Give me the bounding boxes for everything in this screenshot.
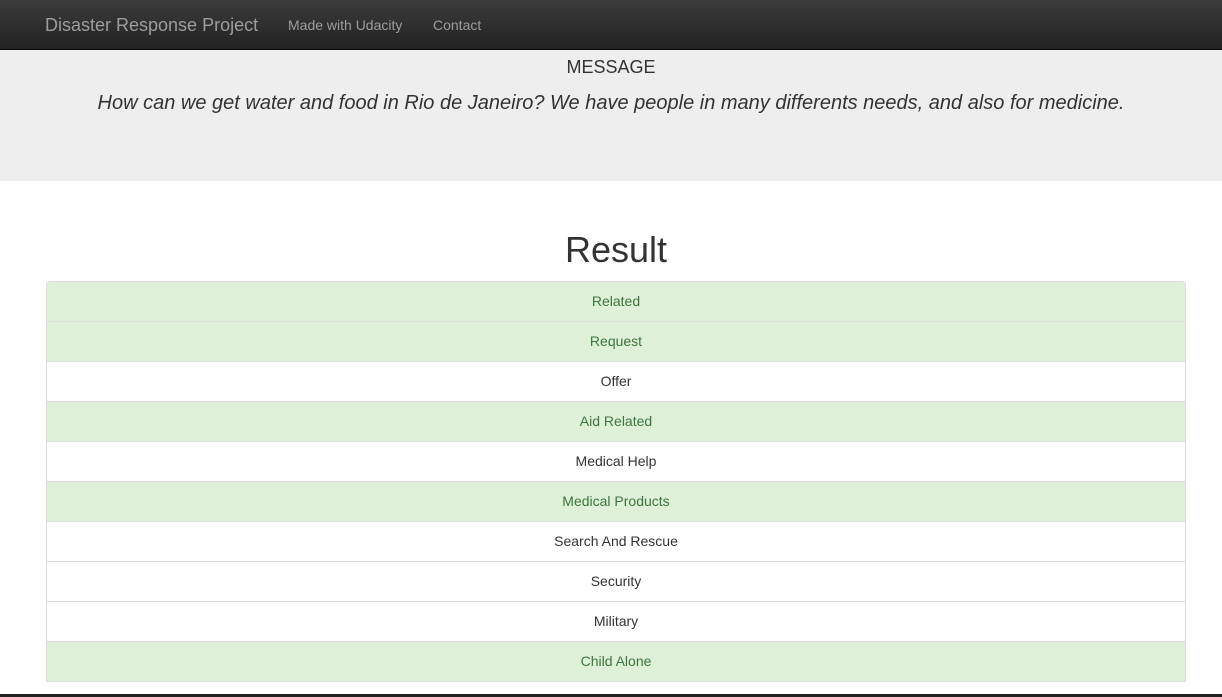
brand-link[interactable]: Disaster Response Project	[45, 14, 258, 36]
nav-link-udacity[interactable]: Made with Udacity	[288, 16, 402, 34]
category-item-related: Related	[46, 281, 1186, 322]
category-item-child-alone: Child Alone	[46, 641, 1186, 682]
message-text: How can we get water and food in Rio de …	[97, 92, 1125, 114]
category-item-aid-related: Aid Related	[46, 401, 1186, 442]
category-item-military: Military	[46, 601, 1186, 642]
category-item-request: Request	[46, 321, 1186, 362]
nav-link-contact[interactable]: Contact	[433, 16, 481, 34]
category-item-medical-help: Medical Help	[46, 441, 1186, 482]
category-list: Related Request Offer Aid Related Medical He…	[46, 281, 1186, 682]
category-item-security: Security	[46, 561, 1186, 602]
message-jumbotron: MESSAGE How can we get water and food in…	[0, 50, 1222, 181]
top-navbar: Disaster Response Project Made with Udac…	[0, 0, 1222, 50]
category-item-offer: Offer	[46, 361, 1186, 402]
category-item-medical-products: Medical Products	[46, 481, 1186, 522]
result-title: Result	[564, 229, 668, 270]
message-label: MESSAGE	[566, 57, 656, 77]
category-item-search-and-rescue: Search And Rescue	[46, 521, 1186, 562]
